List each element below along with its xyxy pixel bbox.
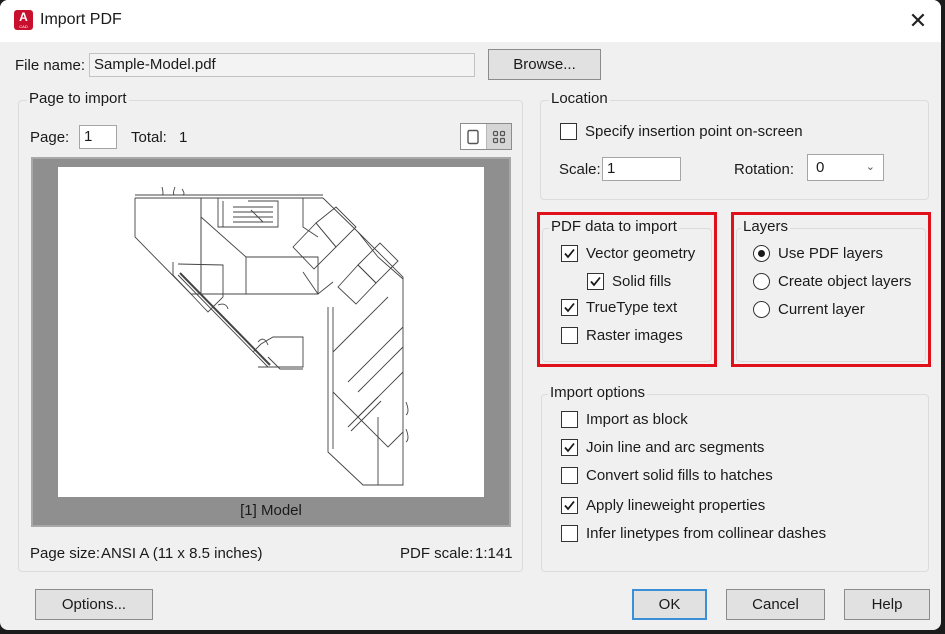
vector-geometry-label: Vector geometry: [586, 245, 696, 262]
ok-button[interactable]: OK: [632, 589, 707, 620]
scale-label: Scale:: [559, 161, 601, 178]
help-button[interactable]: Help: [844, 589, 930, 620]
title-bar: A CAD Import PDF ✕: [0, 0, 941, 42]
checkbox-box[interactable]: [587, 273, 604, 290]
view-mode-toggle: [460, 123, 512, 150]
scale-field[interactable]: 1: [602, 157, 681, 181]
checkmark-icon: [564, 302, 575, 313]
checkmark-icon: [564, 248, 575, 259]
pdf-scale-label: PDF scale:: [400, 545, 474, 562]
total-label: Total:: [131, 129, 167, 146]
rotation-value: 0: [816, 159, 825, 176]
file-name-field[interactable]: Sample-Model.pdf: [89, 53, 475, 77]
total-value: 1: [179, 129, 188, 146]
vector-geometry-checkbox[interactable]: Vector geometry: [561, 245, 695, 262]
specify-insertion-label: Specify insertion point on-screen: [585, 123, 803, 140]
pdf-page-thumbnail: [58, 167, 484, 497]
pdf-scale-value: 1:141: [475, 545, 513, 562]
checkmark-icon: [564, 500, 575, 511]
checkbox-box[interactable]: [561, 497, 578, 514]
rotation-dropdown[interactable]: 0 ⌄: [807, 154, 884, 181]
import-as-block-checkbox[interactable]: Import as block: [561, 411, 688, 428]
import-pdf-dialog: A CAD Import PDF ✕ File name: Sample-Mod…: [0, 0, 941, 630]
cancel-button[interactable]: Cancel: [726, 589, 825, 620]
app-icon-sub: CAD: [19, 24, 28, 29]
rotation-label: Rotation:: [734, 161, 795, 178]
close-button[interactable]: ✕: [903, 6, 933, 36]
solid-fills-checkbox[interactable]: Solid fills: [587, 273, 671, 290]
page-number-field[interactable]: 1: [79, 125, 117, 149]
specify-insertion-checkbox[interactable]: Specify insertion point on-screen: [560, 123, 803, 140]
single-page-view-button[interactable]: [461, 124, 486, 149]
single-page-icon: [467, 129, 479, 144]
file-name-label: File name:: [15, 57, 86, 74]
radio-circle[interactable]: [753, 301, 770, 318]
current-layer-label: Current layer: [778, 301, 865, 318]
thumbnail-view-button[interactable]: [485, 124, 511, 149]
solid-fills-label: Solid fills: [612, 273, 672, 290]
infer-linetypes-label: Infer linetypes from collinear dashes: [586, 525, 827, 542]
page-size-label: Page size:: [30, 545, 101, 562]
pdf-preview-frame[interactable]: [1] Model: [31, 157, 511, 527]
apply-lineweight-checkbox[interactable]: Apply lineweight properties: [561, 497, 765, 514]
preview-caption: [1] Model: [240, 502, 302, 519]
checkbox-box[interactable]: [561, 467, 578, 484]
checkbox-box[interactable]: [561, 299, 578, 316]
location-group: Location: [540, 90, 929, 200]
checkbox-box[interactable]: [561, 439, 578, 456]
truetype-text-label: TrueType text: [586, 299, 678, 316]
page-size-value: ANSI A (11 x 8.5 inches): [101, 545, 263, 562]
browse-button[interactable]: Browse...: [488, 49, 601, 80]
floor-plan-drawing: [134, 186, 409, 486]
checkbox-box[interactable]: [560, 123, 577, 140]
radio-dot: [758, 250, 765, 257]
import-as-block-label: Import as block: [586, 411, 688, 428]
join-segments-label: Join line and arc segments: [586, 439, 765, 456]
window-title: Import PDF: [40, 11, 122, 28]
radio-circle[interactable]: [753, 273, 770, 290]
checkbox-box[interactable]: [561, 327, 578, 344]
truetype-text-checkbox[interactable]: TrueType text: [561, 299, 677, 316]
page-label: Page:: [30, 129, 70, 146]
options-button[interactable]: Options...: [35, 589, 153, 620]
import-options-title: Import options: [548, 384, 648, 401]
close-icon: ✕: [908, 8, 928, 33]
chevron-down-icon: ⌄: [865, 161, 875, 173]
join-segments-checkbox[interactable]: Join line and arc segments: [561, 439, 764, 456]
radio-circle[interactable]: [753, 245, 770, 262]
checkmark-icon: [590, 276, 601, 287]
location-title: Location: [549, 90, 610, 107]
thumbnail-grid-icon: [492, 130, 505, 143]
convert-fills-to-hatches-checkbox[interactable]: Convert solid fills to hatches: [561, 467, 773, 484]
autocad-app-icon: A CAD: [14, 10, 33, 30]
current-layer-radio[interactable]: Current layer: [753, 301, 865, 318]
checkbox-box[interactable]: [561, 411, 578, 428]
raster-images-checkbox[interactable]: Raster images: [561, 327, 683, 344]
use-pdf-layers-radio[interactable]: Use PDF layers: [753, 245, 883, 262]
use-pdf-layers-label: Use PDF layers: [778, 245, 884, 262]
raster-images-label: Raster images: [586, 327, 683, 344]
checkmark-icon: [564, 442, 575, 453]
convert-fills-label: Convert solid fills to hatches: [586, 467, 773, 484]
page-to-import-title: Page to import: [27, 90, 129, 107]
create-object-layers-radio[interactable]: Create object layers: [753, 273, 911, 290]
infer-linetypes-checkbox[interactable]: Infer linetypes from collinear dashes: [561, 525, 826, 542]
create-object-layers-label: Create object layers: [778, 273, 912, 290]
checkbox-box[interactable]: [561, 245, 578, 262]
checkbox-box[interactable]: [561, 525, 578, 542]
apply-lineweight-label: Apply lineweight properties: [586, 497, 766, 514]
app-icon-letter: A: [19, 10, 28, 24]
